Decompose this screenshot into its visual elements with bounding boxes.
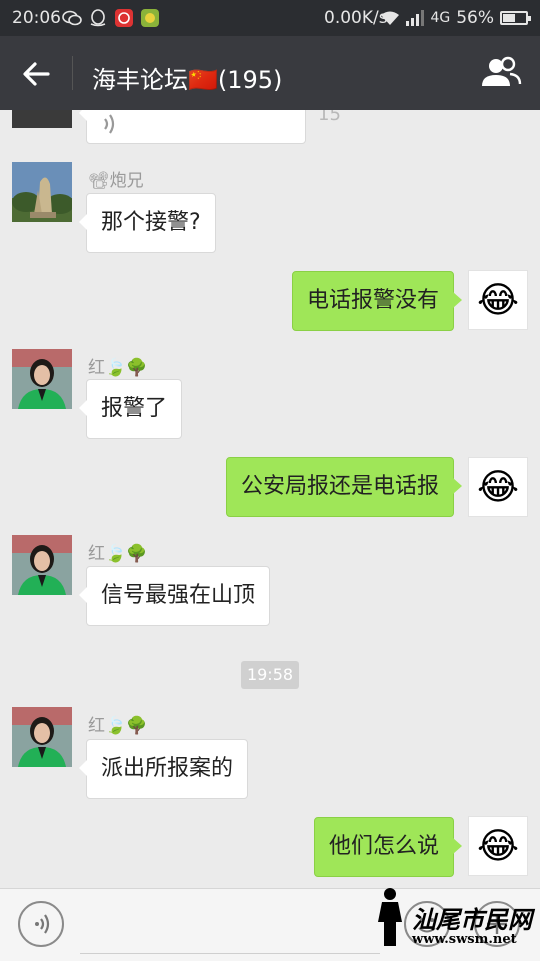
chat-title: 海丰论坛🇨🇳(195) bbox=[92, 66, 283, 94]
avatar-hong[interactable] bbox=[12, 349, 72, 409]
message-bubble[interactable]: 报警了 bbox=[78, 379, 183, 439]
network-speed: 0.00K/s bbox=[324, 8, 388, 28]
message-bubble-self[interactable]: 他们怎么说 bbox=[313, 817, 463, 877]
message-bubble[interactable]: 信号最强在山顶 bbox=[78, 566, 271, 626]
voice-duration: 15 bbox=[318, 110, 341, 125]
status-bar: 20:06 0.00K/s 4G 56% bbox=[0, 0, 540, 36]
message-bubble[interactable]: 派出所报案的 bbox=[78, 739, 249, 799]
sender-name: 红🍃🌳 bbox=[88, 544, 148, 564]
network-type: 4G bbox=[430, 10, 451, 26]
avatar-hong[interactable] bbox=[12, 535, 72, 595]
notification-icons bbox=[62, 9, 160, 27]
battery-icon bbox=[500, 11, 531, 25]
avatar-paoxiong[interactable] bbox=[12, 162, 72, 222]
status-right: 4G 56% bbox=[380, 8, 531, 28]
group-members-icon[interactable] bbox=[480, 54, 522, 92]
timestamp: 19:58 bbox=[241, 661, 299, 689]
message-bubble-self[interactable]: 公安局报还是电话报 bbox=[225, 457, 463, 517]
voice-waves-icon bbox=[104, 114, 115, 134]
laughing-face-icon: 😂 bbox=[476, 280, 520, 321]
wifi-icon bbox=[381, 11, 400, 25]
sender-name: 📽炮兄 bbox=[88, 171, 144, 191]
title-bar: 海丰论坛🇨🇳(195) bbox=[0, 36, 540, 110]
qq-notification-icon bbox=[90, 9, 106, 27]
avatar-self[interactable]: 😂 bbox=[468, 816, 528, 876]
back-arrow-icon[interactable] bbox=[18, 56, 54, 92]
message-bubble[interactable]: 那个接警? bbox=[79, 193, 216, 253]
voice-message-bubble[interactable] bbox=[79, 110, 306, 144]
avatar-hong[interactable] bbox=[12, 707, 72, 767]
wechat-notification-icon bbox=[62, 10, 82, 26]
music-app-icon bbox=[115, 9, 133, 27]
watermark-name: 汕尾市民网 bbox=[412, 905, 532, 934]
voice-input-button[interactable] bbox=[18, 901, 64, 947]
laughing-face-icon: 😂 bbox=[476, 467, 520, 508]
avatar-self[interactable]: 😂 bbox=[468, 457, 528, 517]
message-input[interactable] bbox=[80, 899, 380, 954]
chat-area[interactable]: 15 📽炮兄 那个接警? 电话报警没有 😂 红🍃🌳 报警了 公安局报还是电话报 … bbox=[0, 110, 540, 888]
watermark-url: www.swsm.net bbox=[412, 932, 517, 947]
status-time: 20:06 bbox=[12, 8, 61, 28]
game-app-icon bbox=[141, 9, 159, 27]
voice-icon bbox=[35, 914, 50, 934]
avatar[interactable] bbox=[12, 110, 72, 128]
message-bubble-self[interactable]: 电话报警没有 bbox=[291, 271, 463, 331]
title-divider bbox=[72, 56, 73, 90]
battery-percent: 56% bbox=[456, 8, 494, 28]
avatar-self[interactable]: 😂 bbox=[468, 270, 528, 330]
sender-name: 红🍃🌳 bbox=[88, 358, 148, 378]
laughing-face-icon: 😂 bbox=[476, 826, 520, 867]
sender-name: 红🍃🌳 bbox=[88, 716, 148, 736]
signal-icon bbox=[406, 10, 425, 26]
